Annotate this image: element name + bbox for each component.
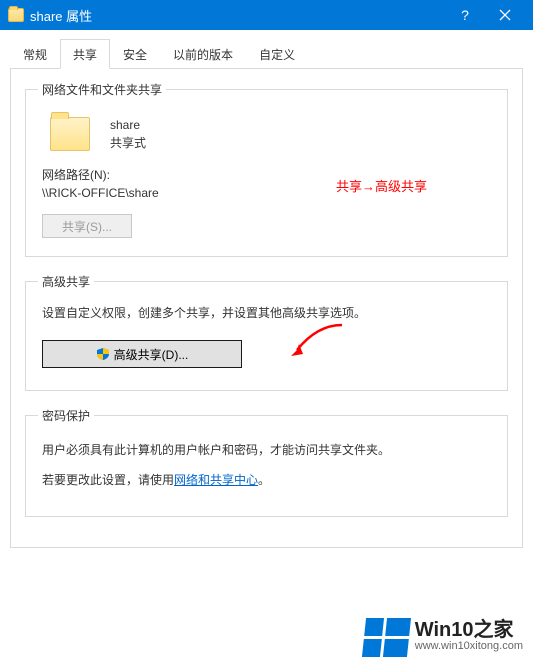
- tab-sharing[interactable]: 共享: [60, 39, 110, 69]
- password-line2-prefix: 若要更改此设置，请使用: [42, 473, 174, 487]
- advanced-button-label: 高级共享(D)...: [114, 346, 189, 363]
- folder-name: share: [110, 116, 146, 134]
- advanced-sharing-button[interactable]: 高级共享(D)...: [42, 340, 242, 368]
- share-state: 共享式: [110, 134, 146, 152]
- close-button[interactable]: [485, 0, 525, 30]
- help-button[interactable]: ?: [445, 0, 485, 30]
- tab-general[interactable]: 常规: [10, 39, 60, 69]
- watermark-url: www.win10xitong.com: [415, 638, 523, 654]
- advanced-description: 设置自定义权限，创建多个共享，并设置其他高级共享选项。: [42, 304, 491, 322]
- tab-customize[interactable]: 自定义: [246, 39, 308, 69]
- folder-icon: [8, 8, 24, 22]
- password-line1: 用户必须具有此计算机的用户帐户和密码，才能访问共享文件夹。: [42, 440, 491, 460]
- close-icon: [499, 9, 511, 21]
- window-title: share 属性: [30, 6, 445, 25]
- advanced-sharing-group: 高级共享 设置自定义权限，创建多个共享，并设置其他高级共享选项。 高级共享(D)…: [25, 273, 508, 391]
- folder-summary: share 共享式: [38, 108, 495, 162]
- tab-previous-versions[interactable]: 以前的版本: [160, 39, 246, 69]
- annotation-text: 共享→高级共享: [336, 176, 427, 195]
- arrow-annotation-icon: [287, 320, 347, 360]
- network-sharing-group: 网络文件和文件夹共享 share 共享式 网络路径(N): \\RICK-OFF…: [25, 81, 508, 257]
- shield-icon: [96, 347, 110, 361]
- folder-large-icon: [50, 117, 90, 151]
- password-line2-suffix: 。: [258, 473, 270, 487]
- password-protection-legend: 密码保护: [38, 407, 94, 424]
- sharing-panel: 网络文件和文件夹共享 share 共享式 网络路径(N): \\RICK-OFF…: [10, 69, 523, 548]
- tab-strip: 常规 共享 安全 以前的版本 自定义: [10, 38, 523, 69]
- network-sharing-center-link[interactable]: 网络和共享中心: [174, 473, 258, 487]
- network-sharing-legend: 网络文件和文件夹共享: [38, 81, 166, 98]
- dialog-content: 常规 共享 安全 以前的版本 自定义 网络文件和文件夹共享 share 共享式 …: [0, 30, 533, 558]
- advanced-sharing-legend: 高级共享: [38, 273, 94, 290]
- share-button: 共享(S)...: [42, 214, 132, 238]
- windows-logo-icon: [362, 618, 411, 657]
- password-protection-group: 密码保护 用户必须具有此计算机的用户帐户和密码，才能访问共享文件夹。 若要更改此…: [25, 407, 508, 517]
- password-line2: 若要更改此设置，请使用网络和共享中心。: [42, 470, 491, 490]
- folder-info: share 共享式: [110, 116, 146, 152]
- watermark: Win10之家 www.win10xitong.com: [364, 618, 523, 657]
- titlebar: share 属性 ?: [0, 0, 533, 30]
- tab-security[interactable]: 安全: [110, 39, 160, 69]
- watermark-brand: Win10之家: [415, 622, 523, 638]
